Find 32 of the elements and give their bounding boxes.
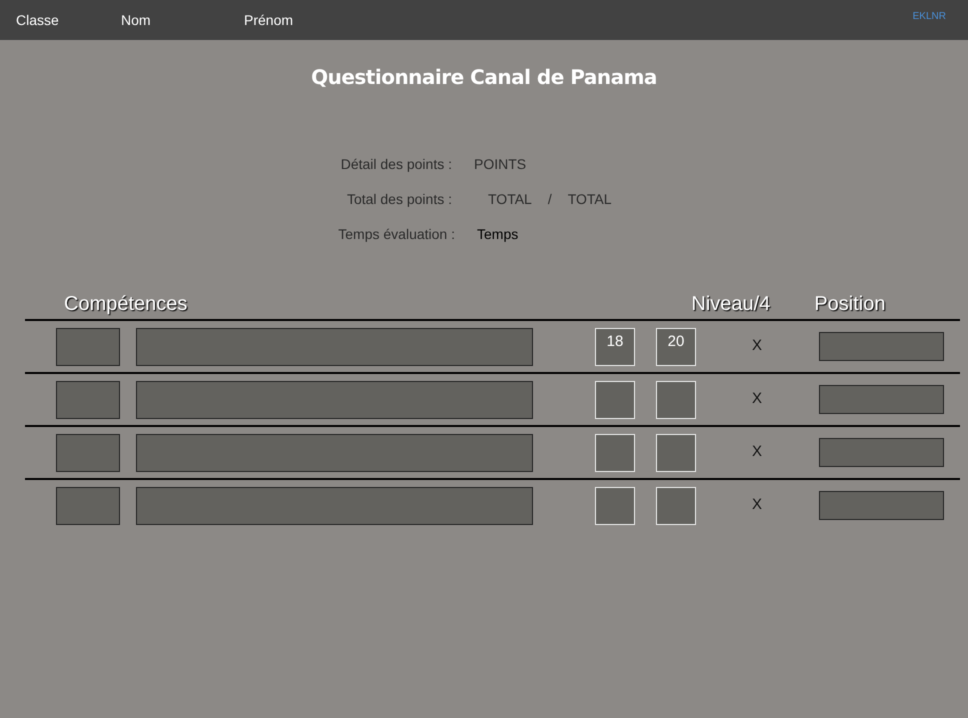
summary-value: TOTAL [488,190,532,209]
score-field [595,380,635,418]
score-field [595,434,635,472]
column-header: Compétences [64,292,188,317]
summary-value: / [548,190,552,209]
column-header: Niveau/4 [691,292,770,317]
max-score-field: 20 [656,328,696,366]
level-value: X [752,495,762,516]
code-field [56,486,120,524]
code-field [56,380,120,418]
max-score-field [656,434,696,472]
summary-label: Temps évaluation : [337,225,456,244]
score-field: 18 [595,328,635,366]
code-field [56,328,120,366]
level-value: X [752,336,762,356]
summary-value: Temps [477,225,518,244]
code-label: EKLNR [912,10,946,24]
max-score-field [656,486,696,524]
max-score-field [656,380,696,418]
field-label: Prénom [244,11,294,30]
summary-value: POINTS [474,155,526,174]
summary-label: Total des points : [346,190,453,209]
level-value: X [752,442,762,462]
score-field [595,486,635,524]
field-label: Nom [121,11,151,30]
page-title: Questionnaire Canal de Panama [310,64,658,91]
field-label: Classe [16,11,59,30]
column-header: Position [814,292,886,317]
code-field [56,434,120,472]
summary-label: Détail des points : [340,155,453,174]
level-value: X [752,389,762,410]
summary-value: TOTAL [568,190,612,209]
